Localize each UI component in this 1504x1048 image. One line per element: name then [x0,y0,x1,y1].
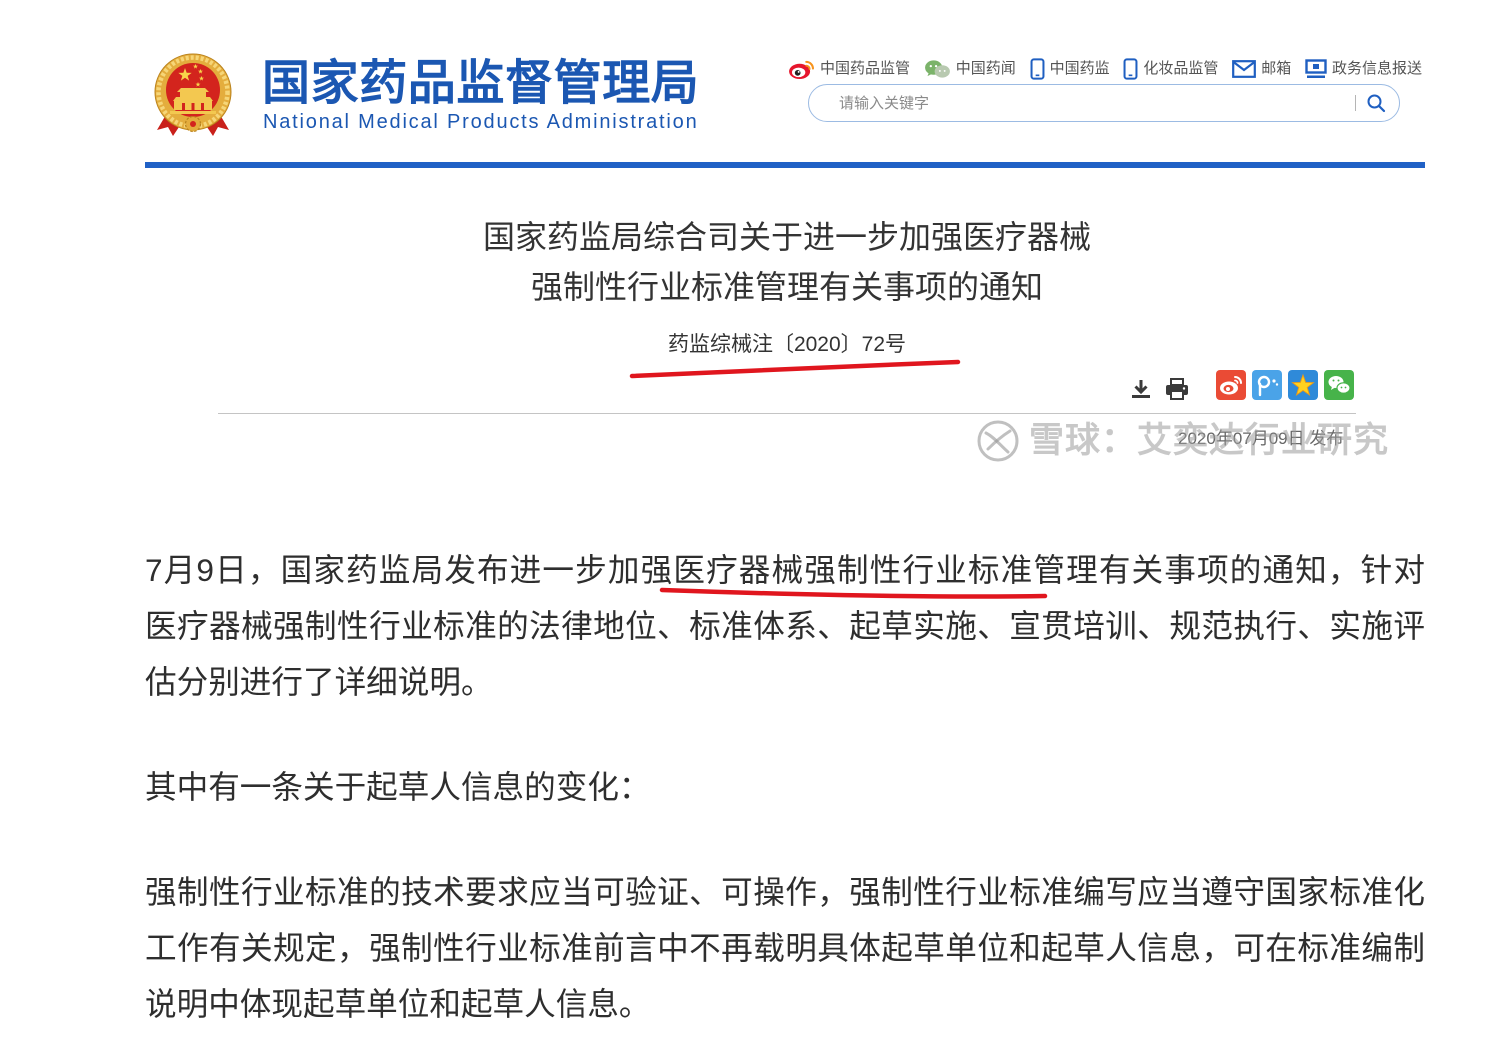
notice-title: 国家药监局综合司关于进一步加强医疗器械 强制性行业标准管理有关事项的通知 [387,212,1187,312]
header-divider [145,162,1425,168]
search-icon [1367,94,1386,113]
paragraph-line: 医疗器械强制性行业标准的法律地位、标准体系、起草实施、宣贯培训、规范执行、实施评 [145,608,1425,644]
qzone-share-icon[interactable] [1288,370,1318,400]
link-label: 邮箱 [1261,60,1292,77]
paragraph-line: 工作有关规定，强制性行业标准前言中不再载明具体起草单位和起草人信息，可在标准编制 [145,930,1425,966]
article-body: 7月9日，国家药监局发布进一步加强医疗器械强制性行业标准管理有关事项的通知，针对… [145,542,1425,1048]
paragraph-line: 估分别进行了详细说明。 [145,664,493,700]
search-button[interactable] [1366,92,1388,114]
red-underline-annotation [659,587,1048,599]
wechat-share-icon[interactable] [1324,370,1354,400]
article-paragraph: 其中有一条关于起草人信息的变化： [145,759,1425,815]
site-name-english[interactable]: National Medical Products Administration [263,110,699,134]
site-name-chinese[interactable]: 国家药品监督管理局 [262,56,699,112]
link-wechat[interactable]: 中国药闻 [924,59,1016,80]
mobile-phone-icon [1030,58,1045,80]
link-label: 中国药闻 [955,60,1016,77]
download-icon[interactable] [1129,377,1153,401]
link-label: 化妆品监管 [1143,60,1219,77]
national-emblem-icon[interactable] [153,53,233,137]
article-paragraph: 7月9日，国家药监局发布进一步加强医疗器械强制性行业标准管理有关事项的通知，针对… [145,542,1425,710]
monitor-icon [1305,59,1327,78]
link-gov-info-report[interactable]: 政务信息报送 [1305,59,1422,79]
link-mail[interactable]: 邮箱 [1232,59,1291,79]
tencent-weibo-share-icon[interactable] [1252,370,1282,400]
link-label: 中国药监 [1049,60,1110,77]
xueqiu-logo-icon [977,420,1019,462]
notice-title-line: 国家药监局综合司关于进一步加强医疗器械 [482,219,1091,255]
notice-divider [218,413,1356,414]
link-mobile-nmpa[interactable]: 中国药监 [1030,58,1110,80]
notice-title-line: 强制性行业标准管理有关事项的通知 [530,269,1043,305]
paragraph-line: 强制性行业标准的技术要求应当可验证、可操作，强制性行业标准编写应当遵守国家标准化 [145,874,1425,910]
red-underline-annotation [629,359,961,379]
link-mobile-cosmetics[interactable]: 化妆品监管 [1123,58,1218,80]
weibo-icon [789,60,815,79]
publish-date: 2020年07月09日 发布 [1178,429,1344,448]
link-weibo[interactable]: 中国药品监管 [788,59,910,80]
page: 国家药品监督管理局 National Medical Products Admi… [0,0,1504,1048]
print-icon[interactable] [1164,377,1190,401]
top-links: 中国药品监管 中国药闻 中国药监 化妆品监管 邮箱 政务信息报送 [788,57,1422,81]
mail-icon [1232,60,1257,78]
mobile-phone-icon [1123,58,1138,80]
search-divider [1355,95,1356,111]
search-box [808,84,1400,122]
article-paragraph: 强制性行业标准的技术要求应当可验证、可操作，强制性行业标准编写应当遵守国家标准化… [145,864,1425,1032]
weibo-share-icon[interactable] [1216,370,1246,400]
paragraph-line: 其中有一条关于起草人信息的变化： [145,769,651,805]
wechat-icon [924,59,950,78]
search-input[interactable] [839,89,1339,117]
link-label: 政务信息报送 [1331,60,1422,77]
link-label: 中国药品监管 [820,60,911,77]
paragraph-line: 说明中体现起草单位和起草人信息。 [145,986,651,1022]
